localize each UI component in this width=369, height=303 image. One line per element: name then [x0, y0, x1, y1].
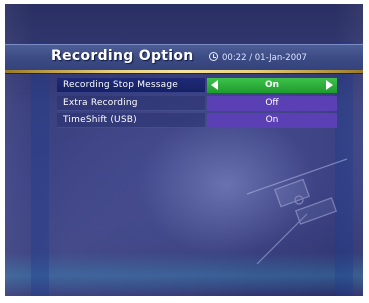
option-value-box[interactable]: On — [207, 113, 337, 128]
menu-item-label: Extra Recording — [57, 96, 205, 111]
clock-display: 00:22 / 01-Jan-2007 — [209, 52, 307, 63]
arrow-right-icon[interactable] — [326, 80, 333, 90]
option-selector[interactable]: On — [207, 78, 337, 93]
clock-text: 00:22 / 01-Jan-2007 — [222, 53, 307, 63]
option-value: On — [264, 80, 280, 90]
clock-icon — [209, 52, 218, 61]
tv-screen: Recording Option 00:22 / 01-Jan-2007 Rec… — [5, 4, 363, 296]
menu-item-extra-recording[interactable]: Extra Recording Off — [57, 96, 337, 111]
option-value: Off — [265, 98, 279, 108]
satellite-graphic — [246, 158, 348, 265]
header-divider-shadow — [5, 73, 363, 74]
menu-item-timeshift-usb[interactable]: TimeShift (USB) On — [57, 113, 337, 128]
option-value: On — [265, 115, 279, 125]
menu-item-recording-stop-message[interactable]: Recording Stop Message On — [57, 78, 337, 93]
menu-item-label: Recording Stop Message — [57, 78, 205, 93]
decorative-band-left — [31, 42, 49, 296]
menu-item-label: TimeShift (USB) — [57, 113, 205, 128]
arrow-left-icon[interactable] — [211, 80, 218, 90]
option-value-box[interactable]: Off — [207, 96, 337, 111]
page-title: Recording Option — [51, 48, 194, 64]
